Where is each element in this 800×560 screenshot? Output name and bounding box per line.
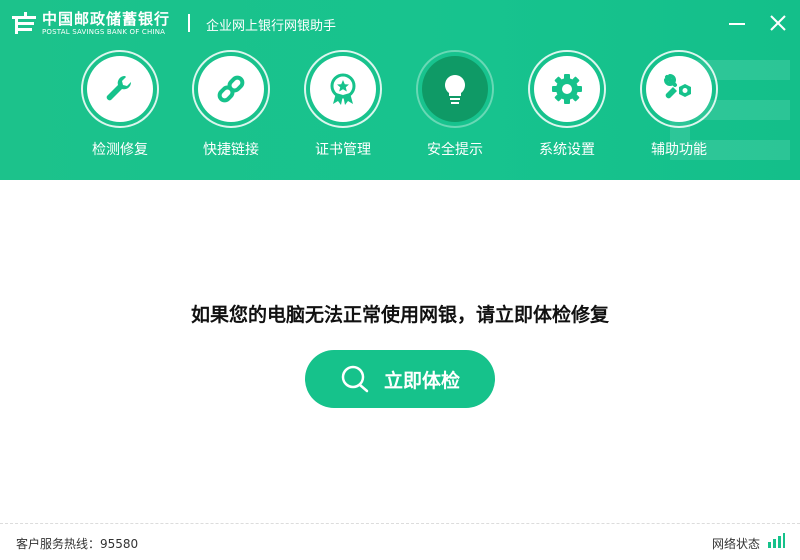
nav-item-certificates[interactable]: 证书管理: [293, 50, 393, 159]
nav-label: 快捷链接: [203, 142, 259, 158]
footer-divider: [0, 523, 800, 524]
nav-label: 系统设置: [539, 142, 595, 158]
nav-item-accessibility[interactable]: 辅助功能: [629, 50, 729, 159]
gear-icon: [552, 74, 582, 104]
minimize-button[interactable]: [726, 12, 748, 34]
nav-label: 辅助功能: [651, 142, 707, 158]
close-button[interactable]: [767, 12, 789, 34]
minus-icon: [729, 23, 745, 25]
nav-item-settings[interactable]: 系统设置: [517, 50, 617, 159]
header-bar: 中国邮政储蓄银行 POSTAL SAVINGS BANK OF CHINA 企业…: [0, 0, 800, 180]
bank-name-cn: 中国邮政储蓄银行: [42, 10, 171, 28]
bank-logo: 中国邮政储蓄银行 POSTAL SAVINGS BANK OF CHINA: [10, 10, 170, 38]
search-icon: [341, 365, 369, 393]
nav-label: 证书管理: [315, 142, 371, 158]
check-now-button[interactable]: 立即体检: [305, 350, 495, 408]
wrench-icon: [106, 75, 132, 101]
signal-icon: [768, 533, 785, 548]
nav-item-links[interactable]: 快捷链接: [181, 50, 281, 159]
title-divider: [188, 14, 190, 32]
postal-logo-icon: [12, 12, 36, 34]
tools-icon: [664, 74, 691, 99]
app-title: 企业网上银行网银助手: [206, 19, 337, 34]
certificate-badge-icon: [330, 73, 356, 105]
lightbulb-icon: [445, 75, 465, 104]
nav-item-repair[interactable]: 检测修复: [70, 50, 170, 159]
network-status-label: 网络状态: [712, 537, 761, 551]
customer-hotline: 客户服务热线：95580: [16, 537, 139, 551]
main-nav: 检测修复 快捷链接 证书管理 安全提示 系统设置 辅助功能: [0, 50, 800, 170]
nav-item-security-tips[interactable]: 安全提示: [405, 50, 505, 159]
nav-label: 检测修复: [92, 142, 148, 158]
nav-label: 安全提示: [427, 142, 483, 158]
headline-prompt: 如果您的电脑无法正常使用网银，请立即体检修复: [190, 304, 609, 326]
close-icon: [770, 15, 786, 31]
link-icon: [217, 75, 245, 103]
bank-name-en: POSTAL SAVINGS BANK OF CHINA: [42, 28, 166, 36]
check-button-label: 立即体检: [383, 369, 460, 392]
